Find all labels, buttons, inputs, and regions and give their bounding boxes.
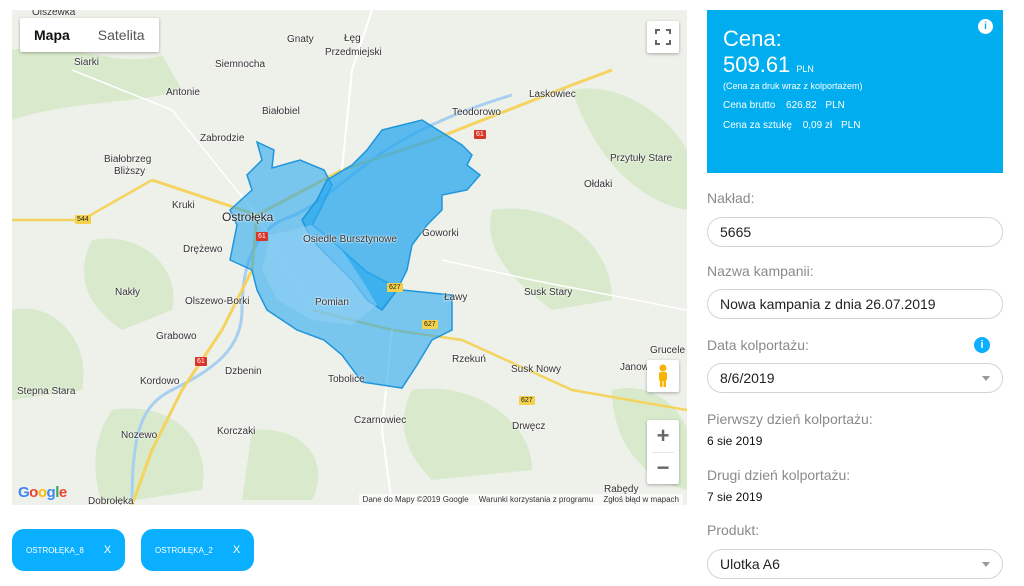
second-day-value: 7 sie 2019	[707, 490, 763, 504]
map-place-label: Gnaty	[287, 34, 314, 45]
price-note: (Cena za druk wraz z kolportażem)	[723, 81, 863, 91]
price-currency: PLN	[796, 64, 814, 74]
map-place-label: Pomian	[315, 297, 349, 308]
report-error-link[interactable]: Zgłoś błąd w mapach	[603, 495, 679, 504]
date-label: Data kolportażu:	[707, 337, 809, 353]
google-logo: Google	[18, 484, 67, 501]
map-place-label: Stepna Stara	[17, 386, 76, 397]
pegman-icon	[659, 364, 667, 387]
campaign-name-input[interactable]: Nowa kampania z dnia 26.07.2019	[707, 289, 1003, 319]
map-place-label: Czarnowiec	[354, 415, 407, 426]
map-place-label: Łęg	[344, 33, 361, 44]
remove-tag-button[interactable]: X	[104, 544, 111, 556]
map-place-label: Nakły	[115, 287, 141, 298]
gross-price-row: Cena brutto 626.82 PLN	[723, 100, 987, 111]
map-place-label: Janow	[620, 362, 649, 373]
remove-tag-button[interactable]: X	[233, 544, 240, 556]
map-type-satellite-button[interactable]: Satelita	[84, 18, 159, 52]
road-number-badge: 627	[387, 283, 403, 292]
zoom-divider	[652, 452, 674, 453]
campaign-name-label: Nazwa kampanii:	[707, 263, 814, 279]
naklad-input[interactable]: 5665	[707, 217, 1003, 247]
map[interactable]: Olszewka Gnaty Łęg Przedmiejski Siarki Siemno…	[12, 10, 687, 505]
zoom-control: + −	[647, 420, 679, 484]
street-view-button[interactable]	[647, 360, 679, 392]
road-number-badge: 61	[195, 357, 207, 366]
price-value: 509.61 PLN	[723, 52, 987, 78]
map-place-label: Dzbenin	[225, 366, 262, 377]
map-place-label: Ławy	[444, 292, 468, 303]
map-place-label: Susk Stary	[524, 287, 573, 298]
map-place-label: Bliższy	[114, 166, 146, 177]
gross-price-value: 626.82	[786, 100, 817, 111]
gross-price-label: Cena brutto	[723, 100, 776, 111]
price-amount: 509.61	[723, 52, 791, 77]
map-place-label: Rzekuń	[452, 354, 486, 365]
map-place-label: Susk Nowy	[511, 364, 562, 375]
price-summary: i Cena: 509.61 PLN (Cena za druk wraz z …	[707, 10, 1003, 173]
first-day-value: 6 sie 2019	[707, 434, 763, 448]
price-info-icon[interactable]: i	[978, 19, 993, 34]
map-place-label: Siemnocha	[215, 59, 266, 70]
map-place-label: Białobiel	[262, 106, 300, 117]
region-tag[interactable]: OSTROŁĘKA_2 X	[141, 529, 255, 571]
map-type-map-button[interactable]: Mapa	[20, 18, 84, 52]
unit-price-value: 0,09 zł	[802, 120, 833, 131]
road-number-badge: 544	[75, 215, 91, 224]
map-place-label: Kordowo	[140, 376, 180, 387]
zoom-in-button[interactable]: +	[647, 420, 679, 452]
unit-price-row: Cena za sztukę 0,09 zł PLN	[723, 120, 987, 131]
map-place-label: Drężewo	[183, 244, 223, 255]
road-number-badge: 627	[422, 320, 438, 329]
map-type-control: Mapa Satelita	[20, 18, 159, 52]
product-select[interactable]: Ulotka A6	[707, 549, 1003, 579]
product-label: Produkt:	[707, 522, 760, 538]
terms-link[interactable]: Warunki korzystania z programu	[479, 495, 593, 504]
map-place-label: Siarki	[74, 57, 100, 68]
map-place-label: Dobrołęka	[88, 496, 134, 505]
unit-price-currency: PLN	[840, 120, 861, 131]
region-tag[interactable]: OSTROŁĘKA_8 X	[12, 529, 126, 571]
map-place-label: Białobrzeg	[104, 154, 152, 165]
road-number-badge: 61	[474, 130, 486, 139]
map-place-label: Nozewo	[121, 430, 158, 441]
map-place-label: Tobolice	[328, 374, 365, 385]
map-place-label: Drwęcz	[512, 421, 546, 432]
gross-price-currency: PLN	[825, 100, 845, 111]
map-place-label: Ołdaki	[584, 179, 613, 190]
map-place-label: Grabowo	[156, 331, 197, 342]
map-data-credit: Dane do Mapy ©2019 Google	[362, 495, 469, 504]
map-place-label: Ostrołęka	[222, 210, 274, 224]
first-day-label: Pierwszy dzień kolportażu:	[707, 411, 873, 427]
map-place-label: Grucele	[650, 345, 686, 356]
map-place-label: Zabrodzie	[200, 133, 245, 144]
map-place-label: Przedmiejski	[325, 47, 382, 58]
fullscreen-button[interactable]	[647, 21, 679, 53]
map-place-label: Przytuły Stare	[610, 153, 673, 164]
naklad-label: Nakład:	[707, 190, 755, 206]
map-place-label: Korczaki	[217, 426, 256, 437]
map-place-label: Olszewka	[32, 10, 76, 18]
map-place-label: Antonie	[166, 87, 200, 98]
date-select[interactable]: 8/6/2019	[707, 363, 1003, 393]
region-tag-label: OSTROŁĘKA_2	[155, 545, 213, 555]
unit-price-label: Cena za sztukę	[723, 120, 792, 131]
fullscreen-icon	[655, 29, 671, 45]
map-place-label: Teodorowo	[452, 107, 501, 118]
second-day-label: Drugi dzień kolportażu:	[707, 467, 851, 483]
map-place-label: Goworki	[422, 228, 459, 239]
road-number-badge: 627	[519, 396, 535, 405]
map-attribution: Dane do Mapy ©2019 Google Warunki korzys…	[358, 494, 683, 505]
price-title: Cena:	[723, 26, 782, 51]
road-number-badge: 61	[256, 232, 268, 241]
map-place-label: Osiedle Bursztynowe	[303, 234, 397, 245]
map-place-label: Laskowiec	[529, 89, 576, 100]
region-tag-label: OSTROŁĘKA_8	[26, 545, 84, 555]
date-info-icon[interactable]: i	[974, 337, 990, 353]
map-place-label: Olszewo-Borki	[185, 296, 250, 307]
map-place-label: Kruki	[172, 200, 195, 211]
zoom-out-button[interactable]: −	[647, 452, 679, 484]
map-canvas[interactable]	[12, 10, 687, 505]
